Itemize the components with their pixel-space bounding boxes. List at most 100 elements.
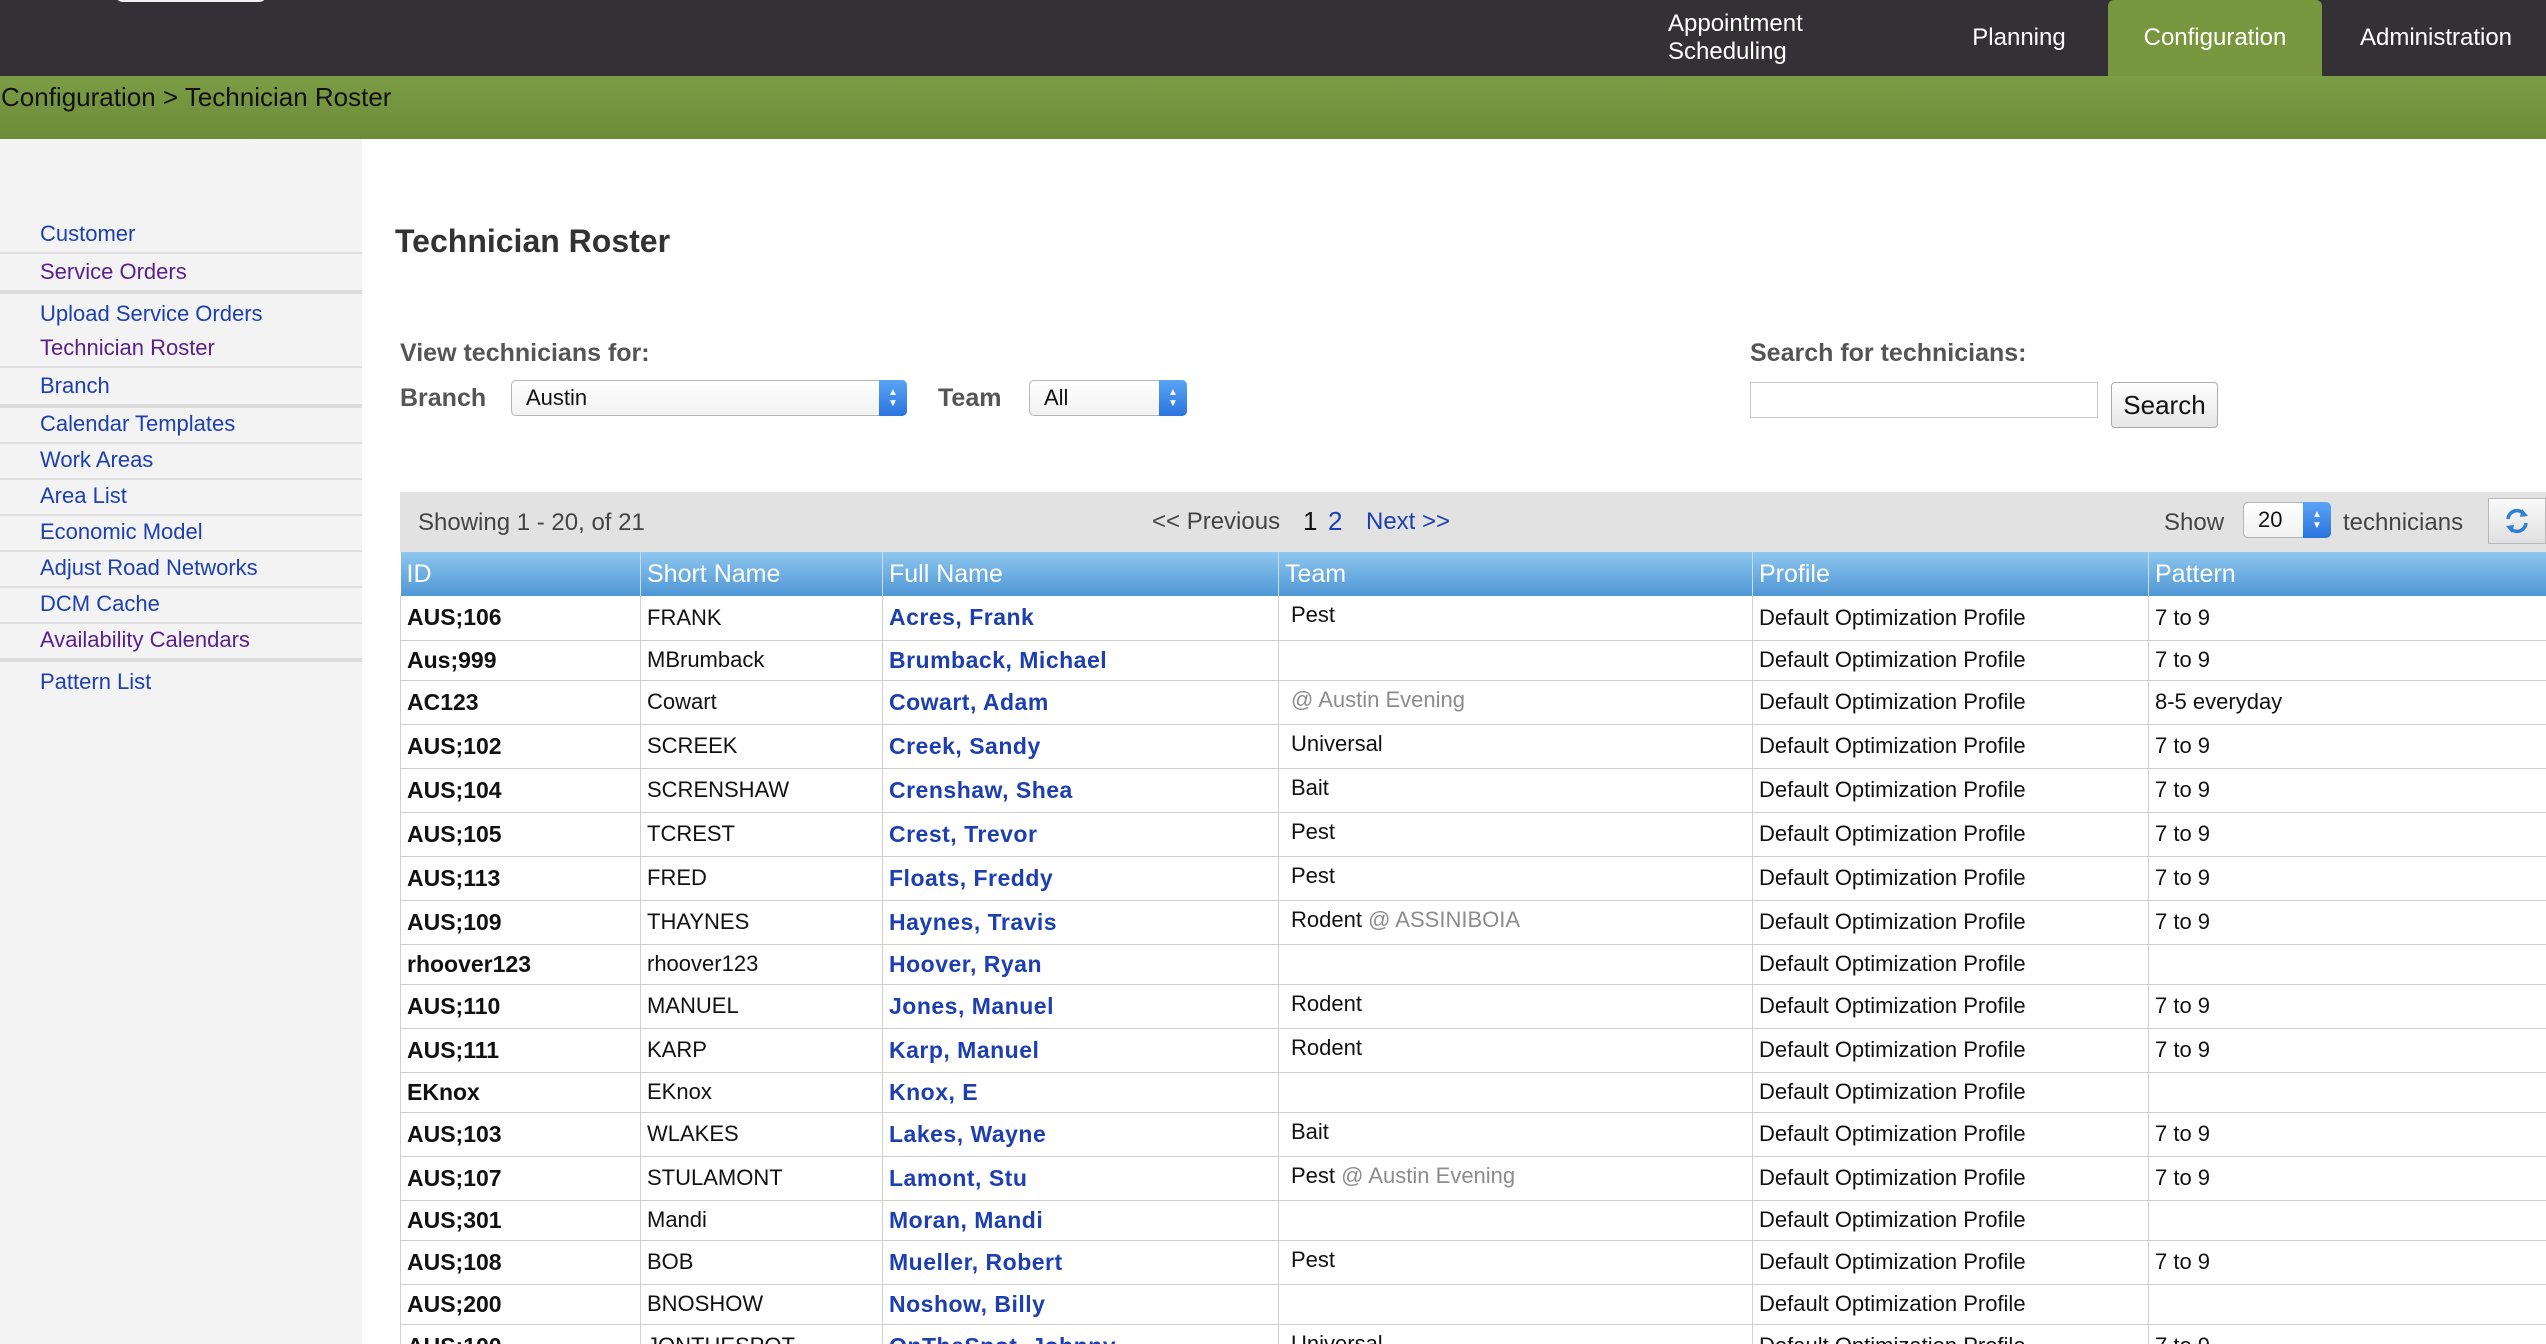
table-row[interactable]: AUS;102 SCREEK Creek, Sandy Universal Defau… (400, 724, 2546, 769)
cell-full-name-link[interactable]: Hoover, Ryan (882, 944, 1279, 985)
branch-select[interactable]: Austin ▲ ▼ (511, 380, 907, 416)
next-page-link[interactable]: Next >> (1366, 508, 1450, 536)
table-row[interactable]: rhoover123 rhoover123 Hoover, Ryan Default… (400, 944, 2546, 985)
cell-team: Pest (1278, 596, 1753, 641)
cell-full-name-link[interactable]: Lamont, Stu (882, 1156, 1279, 1201)
cell-short-name: BNOSHOW (640, 1284, 883, 1325)
column-header-profile[interactable]: Profile (1752, 552, 2149, 596)
sidebar-item-service-orders[interactable]: Service Orders (0, 254, 362, 294)
column-header-short-name[interactable]: Short Name (640, 552, 883, 596)
cell-full-name-link[interactable]: Haynes, Travis (882, 900, 1279, 945)
cell-full-name-link[interactable]: Floats, Freddy (882, 856, 1279, 901)
team-location: @ Austin Evening (1341, 1162, 1516, 1188)
tab-administration[interactable]: Administration (2326, 0, 2546, 76)
technicians-label: technicians (2343, 509, 2464, 536)
cell-full-name-link[interactable]: Noshow, Billy (882, 1284, 1279, 1325)
page-size-value: 20 (2258, 507, 2283, 532)
table-row[interactable]: AUS;100JONTHESPOTOnTheSpot, Johnny Univer… (400, 1324, 2546, 1344)
cell-profile: Default Optimization Profile (1752, 680, 2149, 725)
table-row[interactable]: AUS;111 KARP Karp, Manuel Rodent Default Op… (400, 1028, 2546, 1073)
cell-full-name-link[interactable]: Lakes, Wayne (882, 1112, 1279, 1157)
refresh-icon (2506, 508, 2528, 534)
previous-page-link[interactable]: << Previous (1152, 508, 1280, 536)
cell-profile: Default Optimization Profile (1752, 856, 2149, 901)
cell-full-name-link[interactable]: Jones, Manuel (882, 984, 1279, 1029)
column-header-pattern[interactable]: Pattern (2148, 552, 2546, 596)
sidebar-item-technician-roster[interactable]: Technician Roster (0, 332, 362, 368)
cell-full-name-link[interactable]: Crest, Trevor (882, 812, 1279, 857)
table-row[interactable]: AUS;110 MANUEL Jones, Manuel Rodent Default… (400, 984, 2546, 1029)
team-label: Team (938, 384, 1002, 412)
cell-profile: Default Optimization Profile (1752, 1156, 2149, 1201)
cell-team: Universal (1278, 724, 1753, 769)
table-row[interactable]: AUS;103 WLAKES Lakes, Wayne Bait Default Op… (400, 1112, 2546, 1157)
refresh-button[interactable] (2488, 498, 2546, 544)
table-row[interactable]: Aus;999 MBrumback Brumback, Michael Defaul… (400, 640, 2546, 681)
search-input[interactable] (1750, 382, 2098, 418)
sidebar-item-calendar-templates[interactable]: Calendar Templates (0, 408, 362, 444)
sidebar-item-economic-model[interactable]: Economic Model (0, 516, 362, 552)
cell-full-name-link[interactable]: Mueller, Robert (882, 1240, 1279, 1285)
tab-appointment-scheduling[interactable]: Appointment Scheduling (1668, 0, 1920, 76)
page-size-select[interactable]: 20 ▲ ▼ (2243, 502, 2331, 538)
cell-full-name-link[interactable]: OnTheSpot, Johnny (882, 1324, 1279, 1344)
pager-bar: Showing 1 - 20, of 21 << Previous 1 2 Ne… (400, 492, 2546, 552)
cell-full-name-link[interactable]: Crenshaw, Shea (882, 768, 1279, 813)
table-row[interactable]: AUS;109 THAYNES Haynes, Travis Rodent @ ASS… (400, 900, 2546, 945)
team-name: Pest (1291, 862, 1336, 888)
table-row[interactable]: AUS;108 BOB Mueller, Robert Pest Default Op… (400, 1240, 2546, 1285)
cell-pattern: 7 to 9 (2148, 812, 2546, 857)
sidebar-item-branch[interactable]: Branch (0, 368, 362, 408)
column-header-full-name[interactable]: Full Name (882, 552, 1279, 596)
cell-full-name-link[interactable]: Karp, Manuel (882, 1028, 1279, 1073)
cell-id: AUS;107 (400, 1156, 641, 1201)
table-row[interactable]: AUS;113 FRED Floats, Freddy Pest Default Op… (400, 856, 2546, 901)
column-header-id[interactable]: ID (400, 552, 641, 596)
sidebar-item-availability-calendars[interactable]: Availability Calendars (0, 624, 362, 662)
page-2-link[interactable]: 2 (1328, 506, 1342, 537)
cell-full-name-link[interactable]: Moran, Mandi (882, 1200, 1279, 1241)
sidebar-item-work-areas[interactable]: Work Areas (0, 444, 362, 480)
search-button[interactable]: Search (2111, 382, 2218, 428)
logo-box[interactable] (115, 0, 267, 2)
table-row[interactable]: AUS;200 BNOSHOW Noshow, Billy Default Opti… (400, 1284, 2546, 1325)
cell-team (1278, 1200, 1753, 1241)
tab-planning[interactable]: Planning (1944, 0, 2094, 76)
team-name: Pest (1291, 1246, 1336, 1272)
team-name: Universal (1291, 730, 1383, 756)
cell-full-name-link[interactable]: Acres, Frank (882, 596, 1279, 641)
table-row[interactable]: AUS;106 FRANK Acres, Frank Pest Default Opt… (400, 596, 2546, 641)
search-label: Search for technicians: (1750, 339, 2027, 367)
sidebar-menu: Customer Service Orders Upload Service O… (0, 219, 362, 700)
cell-id: AUS;111 (400, 1028, 641, 1073)
cell-profile: Default Optimization Profile (1752, 1324, 2149, 1344)
column-header-team[interactable]: Team (1278, 552, 1753, 596)
cell-id: AUS;106 (400, 596, 641, 641)
team-name: Bait (1291, 1118, 1329, 1144)
tab-configuration[interactable]: Configuration (2108, 0, 2322, 76)
sidebar-item-customer[interactable]: Customer (0, 219, 362, 254)
table-row[interactable]: AUS;105 TCREST Crest, Trevor Pest Default O… (400, 812, 2546, 857)
current-page-number: 1 (1303, 506, 1318, 536)
cell-short-name: STULAMONT (640, 1156, 883, 1201)
table-row[interactable]: AUS;301 Mandi Moran, Mandi Default Optimiz… (400, 1200, 2546, 1241)
team-select[interactable]: All ▲ ▼ (1029, 380, 1187, 416)
cell-pattern: 7 to 9 (2148, 1156, 2546, 1201)
cell-pattern: 7 to 9 (2148, 768, 2546, 813)
sidebar-item-area-list[interactable]: Area List (0, 480, 362, 516)
sidebar-item-pattern-list[interactable]: Pattern List (0, 662, 362, 700)
cell-pattern: 7 to 9 (2148, 640, 2546, 681)
table-row[interactable]: AUS;104 SCRENSHAW Crenshaw, Shea Bait Defau… (400, 768, 2546, 813)
sidebar-item-upload-service-orders[interactable]: Upload Service Orders (0, 294, 362, 332)
table-row[interactable]: AUS;107 STULAMONT Lamont, Stu Pest @ Austin… (400, 1156, 2546, 1201)
table-row[interactable]: AC123 Cowart Cowart, Adam @ Austin Evening… (400, 680, 2546, 725)
cell-full-name-link[interactable]: Cowart, Adam (882, 680, 1279, 725)
cell-full-name-link[interactable]: Knox, E (882, 1072, 1279, 1113)
cell-full-name-link[interactable]: Creek, Sandy (882, 724, 1279, 769)
cell-team: Rodent @ ASSINIBOIA (1278, 900, 1753, 945)
team-name: Universal (1291, 1330, 1383, 1344)
cell-full-name-link[interactable]: Brumback, Michael (882, 640, 1279, 681)
table-row[interactable]: EKnox EKnox Knox, E Default Optimization P… (400, 1072, 2546, 1113)
sidebar-item-adjust-road-networks[interactable]: Adjust Road Networks (0, 552, 362, 588)
sidebar-item-dcm-cache[interactable]: DCM Cache (0, 588, 362, 624)
